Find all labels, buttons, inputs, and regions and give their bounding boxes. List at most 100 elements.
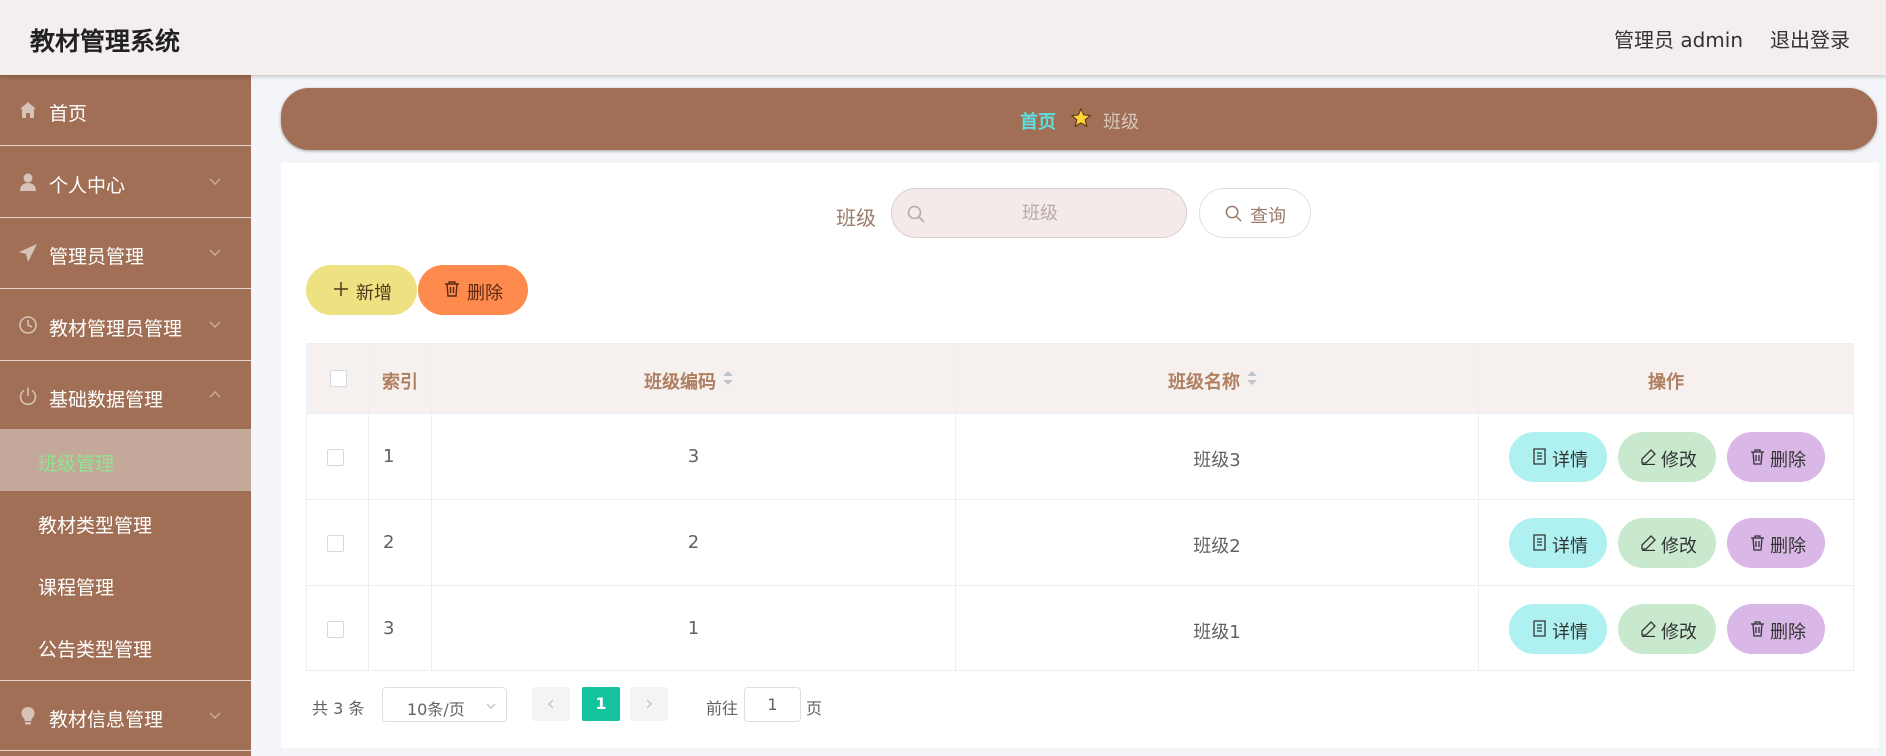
sidebar-item-label: 个人中心: [49, 175, 126, 197]
chevron-down-icon: [486, 703, 496, 709]
page-size-select[interactable]: 10条/页: [382, 687, 507, 722]
prev-page-button[interactable]: [532, 687, 570, 721]
chevron-up-icon: [209, 390, 221, 398]
chevron-down-icon: [209, 321, 221, 329]
sidebar-item-personal-center[interactable]: 个人中心: [0, 147, 251, 218]
trash-icon: [1751, 449, 1764, 465]
delete-button[interactable]: 删除: [1727, 518, 1825, 568]
row-checkbox[interactable]: [327, 621, 344, 638]
delete-button[interactable]: 删除: [1727, 604, 1825, 654]
detail-button[interactable]: 详情: [1509, 432, 1607, 482]
sidebar-item-admin-management[interactable]: 管理员管理: [0, 218, 251, 289]
query-button-label: 查询: [1250, 206, 1286, 227]
cell-code: 2: [687, 532, 700, 553]
delete-button-label: 删除: [1770, 622, 1806, 643]
add-button[interactable]: 新增: [306, 265, 417, 315]
logout-link[interactable]: 退出登录: [1770, 24, 1850, 53]
row-checkbox[interactable]: [327, 449, 344, 466]
edit-button[interactable]: 修改: [1618, 518, 1716, 568]
sidebar-item-label: 首页: [49, 103, 88, 125]
sidebar-item-home[interactable]: 首页: [0, 75, 251, 146]
cell-name: 班级1: [1193, 622, 1241, 643]
power-icon: [19, 387, 37, 406]
breadcrumb-current: 班级: [1103, 112, 1139, 133]
clock-icon: [19, 316, 37, 334]
sidebar-subitem-label: 课程管理: [38, 577, 115, 599]
sidebar-subitem-textbook-type-management[interactable]: 教材类型管理: [0, 491, 251, 553]
goto-label: 前往: [706, 699, 739, 718]
sidebar-item-label: 管理员管理: [49, 246, 145, 268]
cell-index: 1: [383, 446, 395, 467]
document-icon: [1533, 620, 1546, 637]
breadcrumb-home-link[interactable]: 首页: [1020, 108, 1056, 134]
select-all-checkbox[interactable]: [330, 370, 347, 387]
page-size-value: 10条/页: [407, 700, 465, 719]
trash-icon: [1751, 621, 1764, 637]
sidebar-subitem-class-management[interactable]: 班级管理: [0, 429, 251, 491]
column-header-name[interactable]: 班级名称: [1168, 368, 1240, 394]
trash-icon: [1751, 535, 1764, 551]
lightbulb-icon: [21, 707, 35, 725]
class-search-input[interactable]: [932, 189, 1148, 237]
page-unit-label: 页: [806, 699, 823, 718]
sidebar-item-label: 基础数据管理: [49, 389, 164, 411]
chevron-down-icon: [209, 178, 221, 186]
edit-icon: [1641, 535, 1656, 551]
sidebar-item-label: 教材管理员管理: [49, 318, 183, 340]
column-header-actions: 操作: [1648, 372, 1684, 393]
sidebar-item-basic-data-management[interactable]: 基础数据管理: [0, 361, 251, 432]
sidebar-item-textbook-admin-management[interactable]: 教材管理员管理: [0, 290, 251, 361]
cell-index: 3: [383, 618, 395, 639]
search-label: 班级: [836, 206, 876, 230]
edit-button[interactable]: 修改: [1618, 432, 1716, 482]
star-icon: [1070, 107, 1092, 128]
table-row: 2 2 班级2 详情 修改 删除: [307, 500, 1853, 586]
user-icon: [20, 173, 36, 191]
detail-button-label: 详情: [1552, 536, 1588, 557]
chevron-down-icon: [209, 249, 221, 257]
sidebar-item-textbook-info-management[interactable]: 教材信息管理: [0, 680, 251, 751]
edit-button-label: 修改: [1661, 450, 1697, 471]
edit-icon: [1641, 449, 1656, 465]
detail-button[interactable]: 详情: [1509, 518, 1607, 568]
delete-button[interactable]: 删除: [1727, 432, 1825, 482]
delete-button-label: 删除: [1770, 450, 1806, 471]
next-page-button[interactable]: [630, 687, 668, 721]
goto-page-input[interactable]: [744, 687, 801, 722]
sidebar-subitem-label: 班级管理: [38, 453, 115, 475]
batch-delete-button-label: 删除: [467, 283, 503, 304]
sidebar: 首页 个人中心 管理员管理 教材管理员管理 基础数据管理 班级管理 教材类型管理…: [0, 75, 251, 756]
sidebar-subitem-course-management[interactable]: 课程管理: [0, 553, 251, 615]
table-header: 索引 班级编码 班级名称 操作: [307, 344, 1853, 414]
sidebar-subitem-label: 教材类型管理: [38, 515, 153, 537]
table-row: 3 1 班级1 详情 修改 删除: [307, 586, 1853, 672]
cell-code: 3: [687, 446, 700, 467]
search-icon: [907, 205, 925, 223]
home-icon: [20, 102, 36, 118]
breadcrumb: 首页 班级: [281, 88, 1877, 150]
edit-icon: [1641, 621, 1656, 637]
sidebar-subitem-notice-type-management[interactable]: 公告类型管理: [0, 615, 251, 677]
app-title: 教材管理系统: [30, 27, 181, 56]
detail-button-label: 详情: [1552, 450, 1588, 471]
column-header-index: 索引: [382, 372, 418, 393]
add-button-label: 新增: [356, 283, 392, 304]
trash-icon: [445, 281, 459, 297]
sort-icon[interactable]: [1246, 369, 1258, 387]
detail-button[interactable]: 详情: [1509, 604, 1607, 654]
column-header-code[interactable]: 班级编码: [644, 368, 716, 394]
class-search-field: [891, 188, 1187, 238]
chevron-down-icon: [209, 712, 221, 720]
cell-name: 班级3: [1193, 450, 1241, 471]
chevron-right-icon: [646, 699, 652, 709]
document-icon: [1533, 448, 1546, 465]
sidebar-item-label: 教材信息管理: [49, 709, 164, 731]
batch-delete-button[interactable]: 删除: [418, 265, 528, 315]
edit-button[interactable]: 修改: [1618, 604, 1716, 654]
sort-icon[interactable]: [722, 369, 734, 387]
chevron-left-icon: [548, 699, 554, 709]
row-checkbox[interactable]: [327, 535, 344, 552]
query-button[interactable]: 查询: [1199, 188, 1311, 238]
page-number-current[interactable]: 1: [582, 687, 620, 721]
sidebar-subitem-label: 公告类型管理: [38, 639, 153, 661]
